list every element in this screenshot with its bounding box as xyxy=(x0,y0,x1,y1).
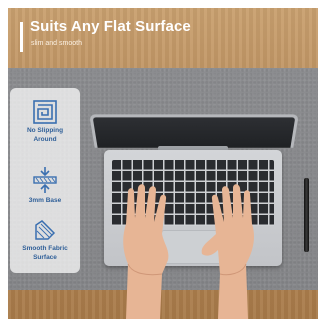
feature-label-line1: Smooth Fabric xyxy=(22,245,68,252)
product-image: Suits Any Flat Surface slim and smooth N… xyxy=(8,8,318,319)
title-accent-bar xyxy=(20,22,23,52)
right-hand xyxy=(201,184,254,319)
thickness-arrows-icon xyxy=(33,167,57,193)
feature-smooth-fabric: Smooth Fabric Surface xyxy=(10,218,80,262)
feature-label-line1: 3mm Base xyxy=(28,197,62,204)
headline-area: Suits Any Flat Surface slim and smooth xyxy=(8,8,318,68)
headline-subtitle: slim and smooth xyxy=(31,40,82,47)
pen xyxy=(304,178,309,252)
feature-label-line1: No Slipping xyxy=(26,127,64,134)
feature-panel: No Slipping Around 3mm Base Smooth Fabri… xyxy=(10,88,80,273)
fabric-texture-icon xyxy=(35,220,56,240)
laptop-lid xyxy=(89,114,299,148)
feature-no-slipping: No Slipping Around xyxy=(10,100,80,144)
feature-label-line2: Around xyxy=(33,136,57,143)
headline-title: Suits Any Flat Surface xyxy=(30,18,191,35)
feature-label-line2: Surface xyxy=(33,254,57,261)
feature-3mm-base: 3mm Base xyxy=(10,166,80,205)
maze-grip-icon xyxy=(33,100,57,124)
left-hand xyxy=(123,184,169,319)
